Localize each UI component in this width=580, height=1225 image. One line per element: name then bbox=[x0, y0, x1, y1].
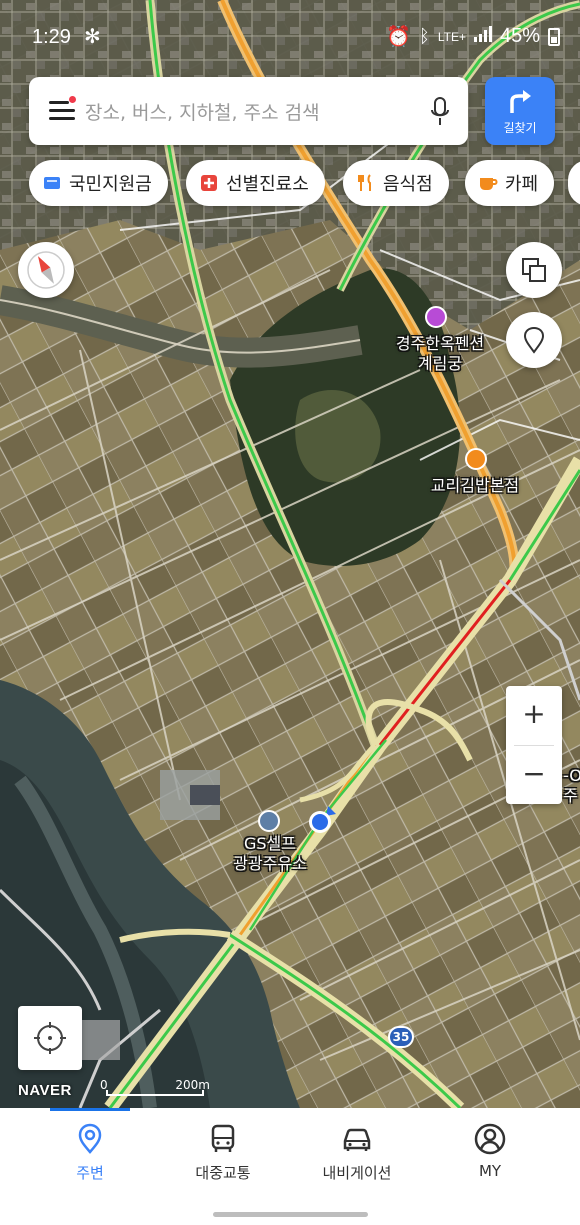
signal-icon bbox=[473, 25, 492, 48]
crosshair-icon bbox=[34, 1022, 66, 1054]
category-chips: 국민지원금 선별진료소 음식점 카페 bbox=[0, 160, 580, 208]
nav-transit[interactable]: 대중교통 bbox=[163, 1122, 283, 1183]
chip-relief-fund[interactable]: 국민지원금 bbox=[29, 160, 168, 206]
nav-navigation-label: 내비게이션 bbox=[322, 1164, 392, 1182]
layers-button[interactable] bbox=[506, 242, 562, 298]
nav-nearby-label: 주변 bbox=[76, 1164, 104, 1182]
status-time: 1:29 bbox=[32, 26, 71, 48]
status-bar: 1:29 ✻ ⏰ ᛒ LTE+ 45% bbox=[0, 0, 580, 74]
notification-dot bbox=[69, 96, 76, 103]
chip-more[interactable] bbox=[568, 160, 580, 206]
chip-label: 국민지원금 bbox=[69, 174, 152, 195]
edge-label-line2: 주 bbox=[563, 786, 578, 805]
compass-icon bbox=[27, 251, 65, 289]
bottom-navigation: 주변 대중교통 내비게이션 MY bbox=[0, 1108, 580, 1225]
medical-cross-icon bbox=[200, 174, 218, 192]
gas-station-label[interactable]: GS셀프 광광주유소 bbox=[210, 834, 330, 874]
compass-button[interactable] bbox=[18, 242, 74, 298]
chip-screening-clinic[interactable]: 선별진료소 bbox=[186, 160, 325, 206]
gas-station-poi-icon[interactable] bbox=[258, 810, 280, 832]
active-tab-indicator bbox=[50, 1108, 130, 1111]
directions-label: 길찾기 bbox=[503, 121, 537, 135]
chip-label: 음식점 bbox=[383, 174, 433, 195]
naver-logo: NAVER bbox=[18, 1082, 72, 1099]
edge-label-line1: -O bbox=[563, 766, 580, 785]
zoom-in-button[interactable]: + bbox=[506, 686, 562, 744]
pension-label[interactable]: 경주한옥펜션 계림궁 bbox=[380, 334, 500, 374]
search-input[interactable]: 장소, 버스, 지하철, 주소 검색 bbox=[85, 98, 320, 125]
directions-arrow-icon bbox=[510, 90, 531, 113]
nav-transit-label: 대중교통 bbox=[195, 1164, 251, 1182]
chip-cafe[interactable]: 카페 bbox=[465, 160, 555, 206]
fan-icon: ✻ bbox=[84, 26, 101, 48]
nav-navigation[interactable]: 내비게이션 bbox=[297, 1122, 417, 1183]
restaurant-poi-icon[interactable] bbox=[465, 448, 487, 470]
bus-icon bbox=[211, 1124, 235, 1152]
won-card-icon bbox=[43, 174, 61, 192]
profile-icon bbox=[474, 1123, 506, 1155]
layers-icon bbox=[522, 258, 546, 282]
restaurant-label[interactable]: 교리김밥본점 bbox=[420, 476, 530, 496]
battery-percent: 45% bbox=[499, 25, 540, 47]
bluetooth-icon: ᛒ bbox=[419, 26, 430, 46]
zoom-out-button[interactable]: − bbox=[506, 746, 562, 804]
microphone-icon[interactable] bbox=[430, 97, 450, 127]
route-35-shield: 35 bbox=[388, 1026, 414, 1048]
place-pin-icon bbox=[523, 326, 545, 354]
network-type: LTE+ bbox=[437, 29, 466, 44]
scale-bar bbox=[106, 1090, 204, 1096]
edge-label[interactable]: -O 주 bbox=[563, 766, 580, 806]
battery-icon bbox=[548, 27, 560, 46]
alarm-icon: ⏰ bbox=[386, 26, 412, 48]
map-scale: 0 200m bbox=[100, 1078, 210, 1100]
menu-icon[interactable] bbox=[49, 101, 75, 121]
chip-label: 카페 bbox=[505, 174, 539, 195]
search-bar[interactable]: 장소, 버스, 지하철, 주소 검색 bbox=[29, 77, 468, 145]
zoom-control: + − bbox=[506, 686, 562, 804]
place-pin-button[interactable] bbox=[506, 312, 562, 368]
car-icon bbox=[343, 1128, 371, 1151]
chip-label: 선별진료소 bbox=[226, 174, 309, 195]
pension-label-line1: 경주한옥펜션 bbox=[395, 334, 485, 353]
chip-restaurant[interactable]: 음식점 bbox=[343, 160, 449, 206]
fork-knife-icon bbox=[357, 174, 375, 192]
current-location-dot bbox=[309, 806, 336, 833]
directions-button[interactable]: 길찾기 bbox=[485, 77, 555, 145]
status-icons: ⏰ ᛒ LTE+ 45% bbox=[386, 24, 560, 49]
my-location-button[interactable] bbox=[18, 1006, 82, 1070]
gas-station-label-line2: 광광주유소 bbox=[233, 854, 307, 873]
lodging-poi-icon[interactable] bbox=[425, 306, 447, 328]
pension-label-line2: 계림궁 bbox=[417, 354, 463, 373]
nav-my[interactable]: MY bbox=[430, 1122, 550, 1180]
nav-nearby[interactable]: 주변 bbox=[30, 1122, 150, 1183]
coffee-cup-icon bbox=[479, 174, 498, 192]
location-pin-icon bbox=[78, 1123, 102, 1154]
nav-my-label: MY bbox=[478, 1162, 502, 1180]
home-indicator[interactable] bbox=[213, 1212, 368, 1217]
